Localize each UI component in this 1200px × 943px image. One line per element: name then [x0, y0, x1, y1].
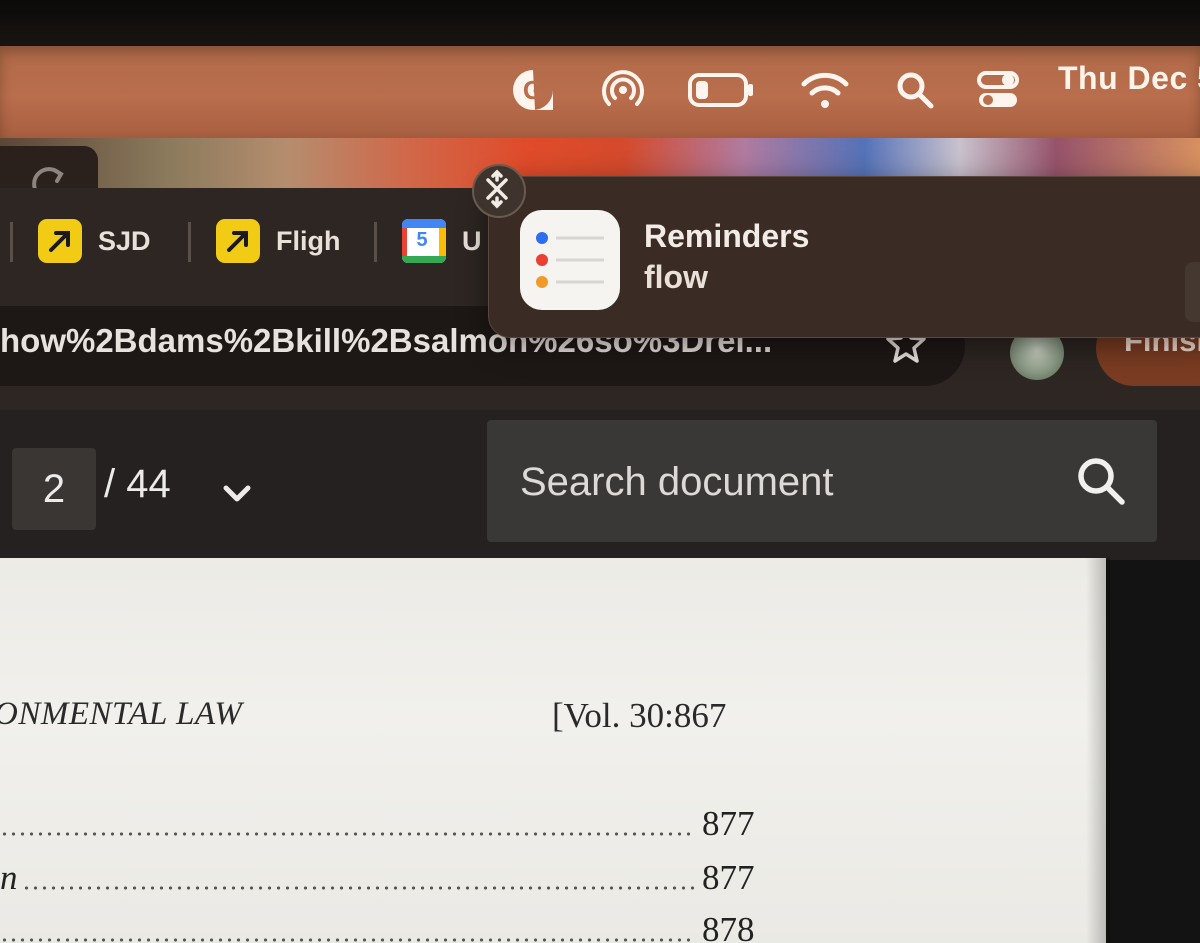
search-icon[interactable]: [1072, 452, 1130, 510]
search-placeholder[interactable]: Search document: [520, 460, 834, 505]
toc-leader-dots: [0, 832, 696, 836]
bookmark-label: U: [462, 225, 482, 256]
running-head: ONMENTAL LAW: [0, 696, 243, 732]
bookmark-separator: [188, 222, 191, 262]
grammarly-icon[interactable]: G: [508, 66, 558, 114]
notification-title: Reminders: [644, 218, 810, 254]
toc-entry-text: n: [0, 858, 18, 897]
toc-page-number: 878: [702, 910, 755, 943]
google-calendar-icon: 5: [402, 219, 446, 263]
bookmark-separator: [374, 222, 377, 262]
volume-citation: [Vol. 30:867: [552, 696, 727, 735]
notification-body: flow: [644, 259, 708, 295]
bookmark-separator: [10, 222, 13, 262]
toc-leader-dots: [22, 886, 696, 890]
bookmark-calendar[interactable]: 5 U: [402, 218, 482, 264]
toc-leader-dots: [0, 938, 696, 942]
control-center-icon[interactable]: [974, 66, 1022, 114]
total-pages: / 44: [104, 462, 171, 506]
bookmark-arrow-icon: [216, 219, 260, 263]
chevron-down-icon[interactable]: [218, 474, 256, 512]
bookmark-label: Fligh: [276, 225, 341, 256]
notification-close-icon[interactable]: [472, 164, 526, 218]
airdrop-icon[interactable]: [598, 66, 648, 114]
bookmark-label: SJD: [98, 225, 151, 256]
toc-page-number: 877: [702, 858, 755, 897]
reminders-icon: [520, 210, 620, 310]
toc-row[interactable]: 878: [0, 910, 760, 943]
screen-bezel: [0, 0, 1200, 52]
bookmark-arrow-icon: [38, 219, 82, 263]
notification-action-edge: [1185, 262, 1200, 322]
svg-text:G: G: [523, 75, 543, 105]
page-edge-shadow: [1086, 558, 1110, 943]
wifi-icon[interactable]: [800, 66, 850, 114]
screen: G Thu Dec 5 SJD Fligh 5 U how%2Bdams%2Bk…: [0, 0, 1200, 943]
current-page-input[interactable]: 2: [12, 448, 96, 530]
toc-row[interactable]: n 877: [0, 858, 760, 902]
battery-icon[interactable]: [686, 66, 756, 114]
spotlight-search-icon[interactable]: [892, 66, 938, 114]
toc-row[interactable]: 877: [0, 804, 760, 848]
toc-page-number: 877: [702, 804, 755, 843]
menu-bar-clock[interactable]: Thu Dec 5: [1058, 60, 1200, 97]
bookmark-flight[interactable]: Fligh: [216, 218, 340, 264]
bookmark-sjd[interactable]: SJD: [38, 218, 151, 264]
